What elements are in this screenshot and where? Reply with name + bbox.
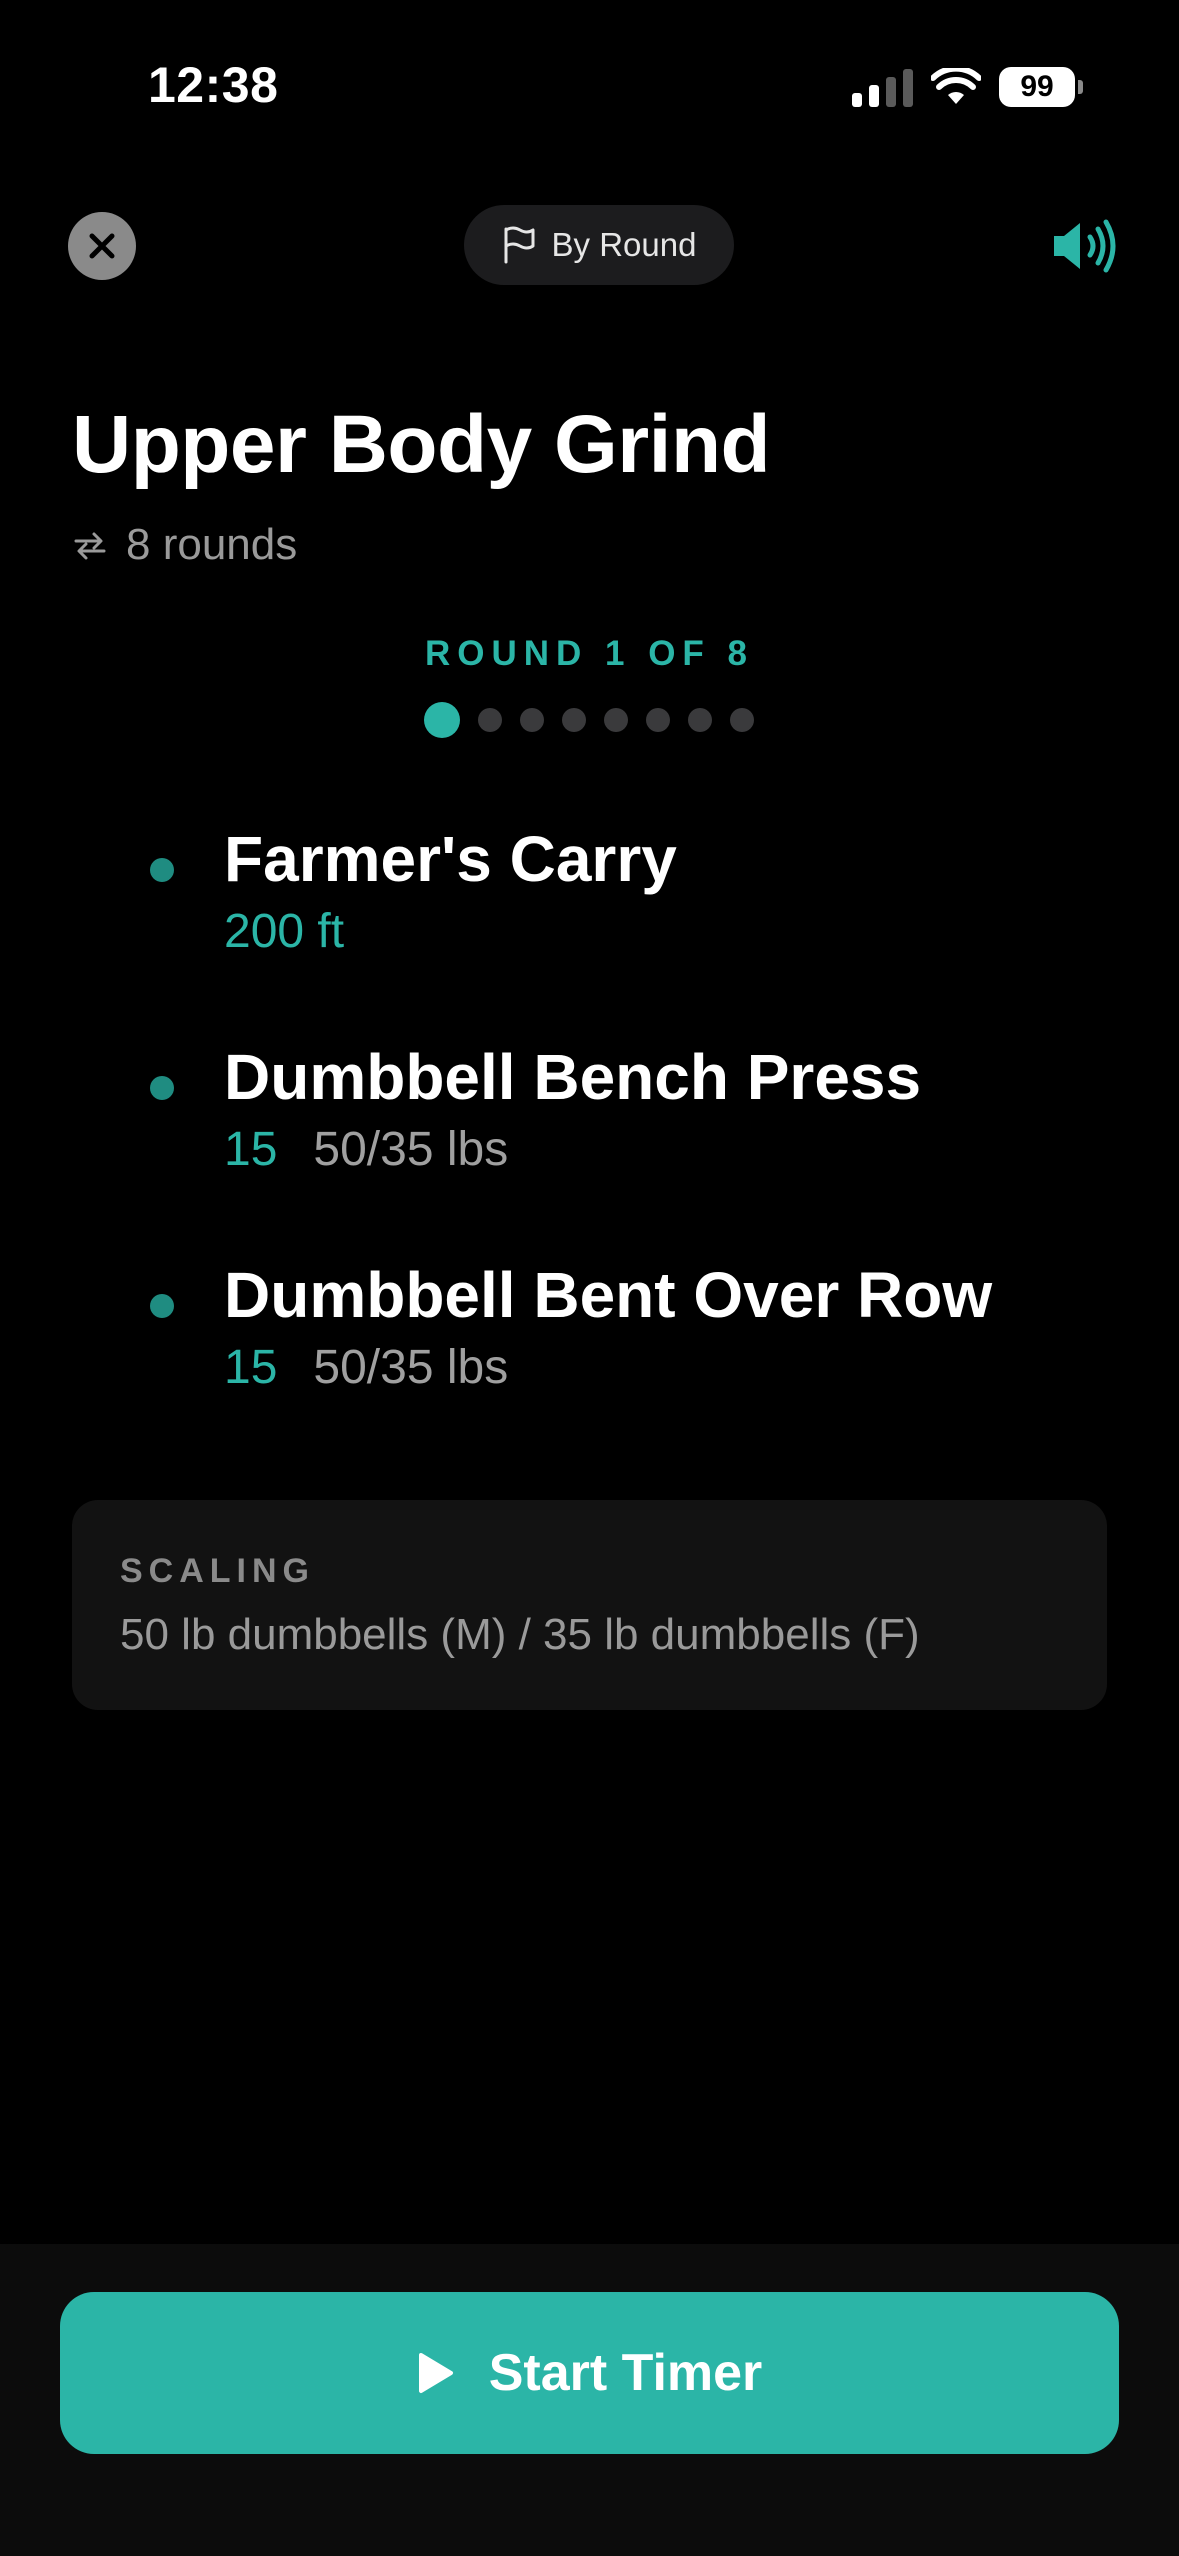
round-label: ROUND 1 OF 8 bbox=[424, 634, 755, 673]
exercise-reps: 15 bbox=[224, 1341, 278, 1394]
exercise-item: Dumbbell Bent Over Row 15 50/35 lbs bbox=[150, 1258, 1110, 1408]
status-icons: 99 bbox=[852, 62, 1083, 112]
exercise-load: 50/35 lbs bbox=[313, 1341, 509, 1394]
round-dot bbox=[478, 708, 502, 732]
exercise-bullet bbox=[150, 1294, 174, 1318]
exercise-name: Farmer's Carry bbox=[224, 823, 677, 895]
sound-toggle-button[interactable] bbox=[1052, 218, 1118, 274]
round-dot bbox=[688, 708, 712, 732]
cellular-signal-icon bbox=[852, 67, 913, 107]
round-dot bbox=[562, 708, 586, 732]
exercise-detail: 15 50/35 lbs bbox=[224, 1122, 508, 1177]
scaling-text: 50 lb dumbbells (M) / 35 lb dumbbells (F… bbox=[120, 1610, 920, 1659]
start-timer-button[interactable]: Start Timer bbox=[60, 2292, 1119, 2454]
repeat-icon bbox=[74, 532, 106, 560]
round-dot bbox=[730, 708, 754, 732]
rounds-text: 8 rounds bbox=[126, 520, 298, 569]
status-time: 12:38 bbox=[148, 57, 279, 113]
round-dot bbox=[604, 708, 628, 732]
mode-label: By Round bbox=[551, 226, 697, 263]
exercise-amount: 200 ft bbox=[224, 905, 345, 958]
start-timer-label: Start Timer bbox=[488, 2344, 763, 2402]
battery-level: 99 bbox=[1020, 70, 1054, 103]
round-dot bbox=[520, 708, 544, 732]
exercise-load: 50/35 lbs bbox=[313, 1123, 509, 1176]
exercise-bullet bbox=[150, 858, 174, 882]
mode-selector-button[interactable]: By Round bbox=[464, 205, 734, 285]
workout-title: Upper Body Grind bbox=[72, 399, 771, 490]
battery-icon: 99 bbox=[999, 67, 1083, 107]
exercise-bullet bbox=[150, 1076, 174, 1100]
round-dot bbox=[424, 702, 460, 738]
round-progress-dots bbox=[424, 702, 754, 738]
rounds-info: 8 rounds bbox=[72, 520, 297, 570]
scaling-card: SCALING 50 lb dumbbells (M) / 35 lb dumb… bbox=[72, 1500, 1107, 1710]
exercise-item: Dumbbell Bench Press 15 50/35 lbs bbox=[150, 1040, 1110, 1190]
round-dot bbox=[646, 708, 670, 732]
wifi-icon bbox=[931, 68, 981, 104]
exercise-reps: 15 bbox=[224, 1123, 278, 1176]
exercise-name: Dumbbell Bench Press bbox=[224, 1041, 922, 1113]
exercise-name: Dumbbell Bent Over Row bbox=[224, 1259, 993, 1331]
flag-icon bbox=[504, 226, 535, 264]
play-icon bbox=[418, 2353, 453, 2393]
speaker-icon bbox=[1054, 219, 1116, 273]
exercise-item: Farmer's Carry 200 ft bbox=[150, 822, 1110, 972]
scaling-label: SCALING bbox=[120, 1552, 315, 1590]
exercise-detail: 15 50/35 lbs bbox=[224, 1340, 508, 1395]
close-button[interactable] bbox=[68, 212, 136, 280]
close-icon bbox=[89, 233, 115, 259]
exercise-detail: 200 ft bbox=[224, 904, 344, 959]
